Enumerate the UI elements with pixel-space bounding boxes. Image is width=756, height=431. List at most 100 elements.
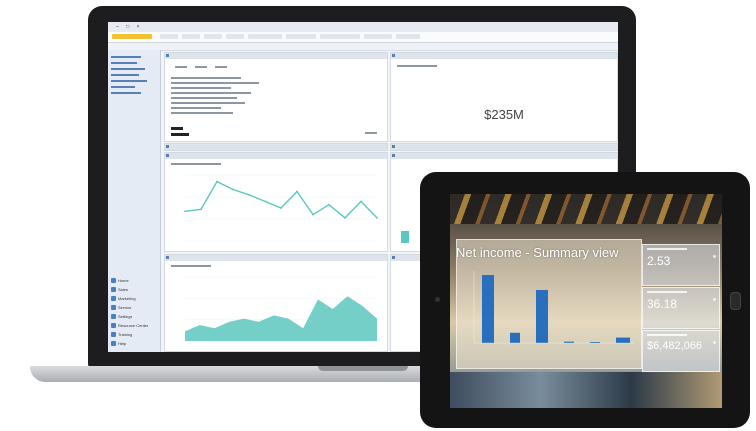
kpi-tile[interactable]: 2.53 [642, 244, 720, 286]
area-series [185, 296, 377, 341]
kpi-value: 36.18 [647, 297, 678, 311]
panel-header [165, 53, 387, 59]
sidebar-link[interactable] [111, 74, 139, 76]
data-point [344, 217, 346, 219]
chart-bar [401, 231, 409, 243]
ribbon-tab[interactable] [286, 34, 316, 39]
text-line [171, 127, 183, 130]
panel-header [391, 153, 617, 159]
gear-icon [111, 313, 116, 319]
ribbon-tab[interactable] [396, 34, 420, 39]
data-point [200, 208, 202, 211]
kpi-value: $235M [484, 107, 524, 122]
section-header [164, 143, 388, 151]
command-bar [108, 43, 618, 51]
panel-icon [392, 154, 395, 157]
panel-icon [392, 256, 395, 259]
kpi-label-line [647, 248, 687, 250]
kpi-indicator [713, 255, 716, 258]
sidebar-link[interactable] [111, 68, 145, 70]
activity-panel [164, 52, 388, 142]
text-line [171, 97, 237, 99]
nav-dropdown[interactable] [112, 34, 152, 39]
tablet-banner [450, 194, 722, 224]
data-point [184, 210, 186, 213]
ribbon-tab[interactable] [160, 34, 178, 39]
bar [536, 289, 548, 343]
panel-header [391, 53, 617, 59]
ribbon-tab[interactable] [364, 34, 392, 39]
kpi-indicator [713, 341, 716, 344]
data-point [360, 200, 362, 203]
panel-icon [392, 145, 395, 148]
tablet-camera [435, 297, 440, 302]
panel-icon [166, 54, 169, 57]
kpi-value: $6,482,066 [647, 340, 703, 352]
panel-header [391, 144, 617, 150]
kpi-tile[interactable]: $6,482,066 [642, 330, 720, 372]
data-point [216, 180, 218, 183]
panel-icon [392, 54, 395, 57]
text-line [171, 77, 241, 79]
text-line [171, 92, 251, 94]
ribbon-tab[interactable] [248, 34, 282, 39]
line-chart [184, 174, 378, 242]
ribbon-tab[interactable] [204, 34, 222, 39]
sidebar-item-settings[interactable]: Settings [111, 312, 157, 320]
ribbon-tab[interactable] [320, 34, 360, 39]
book-icon [111, 322, 116, 328]
sidebar-item-help[interactable]: Help [111, 339, 157, 347]
sidebar: Home Sales Marketing Service Settings Re… [108, 50, 161, 352]
ribbon-tab[interactable] [182, 34, 200, 39]
bar [482, 275, 494, 343]
home-icon [111, 277, 116, 283]
panel-header [165, 144, 387, 150]
sidebar-item-service[interactable]: Service [111, 303, 157, 311]
kpi-indicator [713, 298, 716, 301]
panel-icon [166, 145, 169, 148]
sidebar-link[interactable] [111, 80, 147, 82]
data-point [328, 203, 330, 206]
text-line [171, 107, 221, 109]
service-icon [111, 304, 116, 310]
kpi-label-line [647, 334, 687, 336]
sidebar-link[interactable] [111, 62, 137, 64]
bar [510, 332, 520, 343]
ribbon-toolbar [108, 32, 618, 43]
help-icon [111, 340, 116, 346]
sidebar-link[interactable] [111, 92, 141, 94]
text-line [171, 87, 231, 89]
tablet-bar-chart [473, 271, 634, 344]
laptop-notch [318, 366, 408, 371]
ribbon-tab[interactable] [226, 34, 244, 39]
text-line [171, 112, 233, 114]
kpi-panel: $235M [390, 52, 618, 142]
text-line [365, 132, 377, 134]
tablet-home-button[interactable] [730, 292, 741, 310]
sidebar-item-marketing[interactable]: Marketing [111, 294, 157, 302]
sidebar-link[interactable] [111, 56, 141, 58]
data-point [312, 213, 314, 216]
window-controls[interactable]: – □ × [116, 24, 614, 30]
data-point [280, 207, 282, 209]
section-header [390, 143, 618, 151]
sidebar-item-training[interactable]: Training [111, 330, 157, 338]
data-point [232, 188, 234, 191]
sidebar-link[interactable] [111, 86, 135, 88]
data-point [264, 200, 266, 203]
sales-icon [111, 286, 116, 292]
tablet-screen: Net income - Summary view 2.53 36.18 $6,… [450, 194, 722, 408]
data-point [248, 193, 250, 196]
line-series [184, 180, 378, 219]
line-chart-panel [164, 152, 388, 252]
bar [616, 337, 630, 343]
sidebar-item-sales[interactable]: Sales [111, 285, 157, 293]
area-chart-panel [164, 254, 388, 352]
text-line [175, 66, 187, 68]
kpi-value: 2.53 [647, 254, 671, 268]
sidebar-item-home[interactable]: Home [111, 276, 157, 284]
text-line [195, 66, 207, 68]
sidebar-item-resource-center[interactable]: Resource Center [111, 321, 157, 329]
data-point [296, 190, 298, 193]
kpi-tile[interactable]: 36.18 [642, 287, 720, 329]
